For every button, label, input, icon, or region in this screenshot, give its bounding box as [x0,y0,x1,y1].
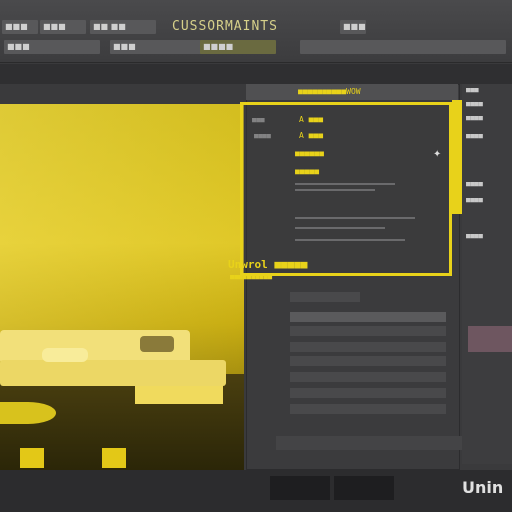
brand-logo-text: Unin [462,478,504,497]
menu-item-4[interactable]: ■■■■ [340,20,366,34]
sofa-pillow-dark [140,336,174,352]
list-item[interactable] [290,292,360,302]
toolbar-title: CUSSORMAINTS [172,19,278,34]
sofa-pillow [42,348,88,362]
sub-menu-item-2[interactable]: ■■■ [110,40,206,54]
right-panel: ■■■ ■■■■ ■■■■ ■■■■ ■■■■ ■■■■ ■■■■ [462,84,512,464]
floor-marker-right [102,448,126,468]
list-item-selected[interactable] [290,312,446,322]
sub-menu-item-3[interactable]: ■■■■ [200,40,276,54]
right-item[interactable]: ■■■ [466,86,510,96]
list-item[interactable] [290,326,446,336]
divider [295,217,415,219]
list-item[interactable] [290,404,446,414]
star-icon[interactable]: ✦ [433,149,441,160]
right-item[interactable]: ■■■■ [466,232,510,242]
top-toolbar: ■■■ ■■■ ■■ ■■ CUSSORMAINTS ■■■ ■ ■■ ■ ■■ ■ … [0,0,512,63]
bottom-slot[interactable] [270,476,330,500]
right-item[interactable]: ■■■■ [466,114,510,124]
menu-item-3[interactable]: ■■ ■■ [90,20,156,34]
callout-title: Unwrol ■■■■■ [228,258,308,271]
divider [295,227,385,229]
sub-menu-item-1[interactable]: ■■■ [4,40,100,54]
field-a-2[interactable]: A ■■■ [299,131,323,140]
panel-footer-bar[interactable] [276,436,462,450]
inspector-header: ■■■■■■■■■■WOW [246,84,458,100]
toolbar-strip [0,64,512,84]
bottom-bar [0,470,512,512]
highlighted-section[interactable]: A ■■■ A ■■■ ■■■■■■ ✦ ■■■■■ [240,102,452,276]
field-c[interactable]: ■■■■■■ [295,149,324,158]
sub-menu-strip [300,40,506,54]
divider [295,239,405,241]
right-item[interactable]: ■■■■ [466,100,510,110]
highlight-scrollbar[interactable] [452,100,462,214]
inspector-title: ■■■■■■■■■■WOW [298,87,361,96]
divider [295,189,375,191]
right-item[interactable]: ■■■■ [466,132,510,142]
divider [295,183,395,185]
right-item[interactable]: ■■■■ [466,196,510,206]
color-swatch[interactable] [468,326,512,352]
sofa-footrest [135,386,223,404]
field-d[interactable]: ■■■■■ [295,167,319,176]
right-item[interactable]: ■■■■ [466,180,510,190]
bottom-slot[interactable] [334,476,394,500]
list-item[interactable] [290,372,446,382]
list-item[interactable] [290,342,446,352]
list-item[interactable] [290,388,446,398]
scene-viewport[interactable] [0,104,244,470]
field-a-1[interactable]: A ■■■ [299,115,323,124]
floor-marker-left [20,448,44,468]
list-item[interactable] [290,356,446,366]
callout-subtitle: ■■■■■■■■■■ [230,273,273,281]
menu-item-2[interactable]: ■■■ [40,20,86,34]
sofa-seat [0,360,226,386]
menu-item-1[interactable]: ■■■ [2,20,38,34]
floor-rug [0,402,56,424]
